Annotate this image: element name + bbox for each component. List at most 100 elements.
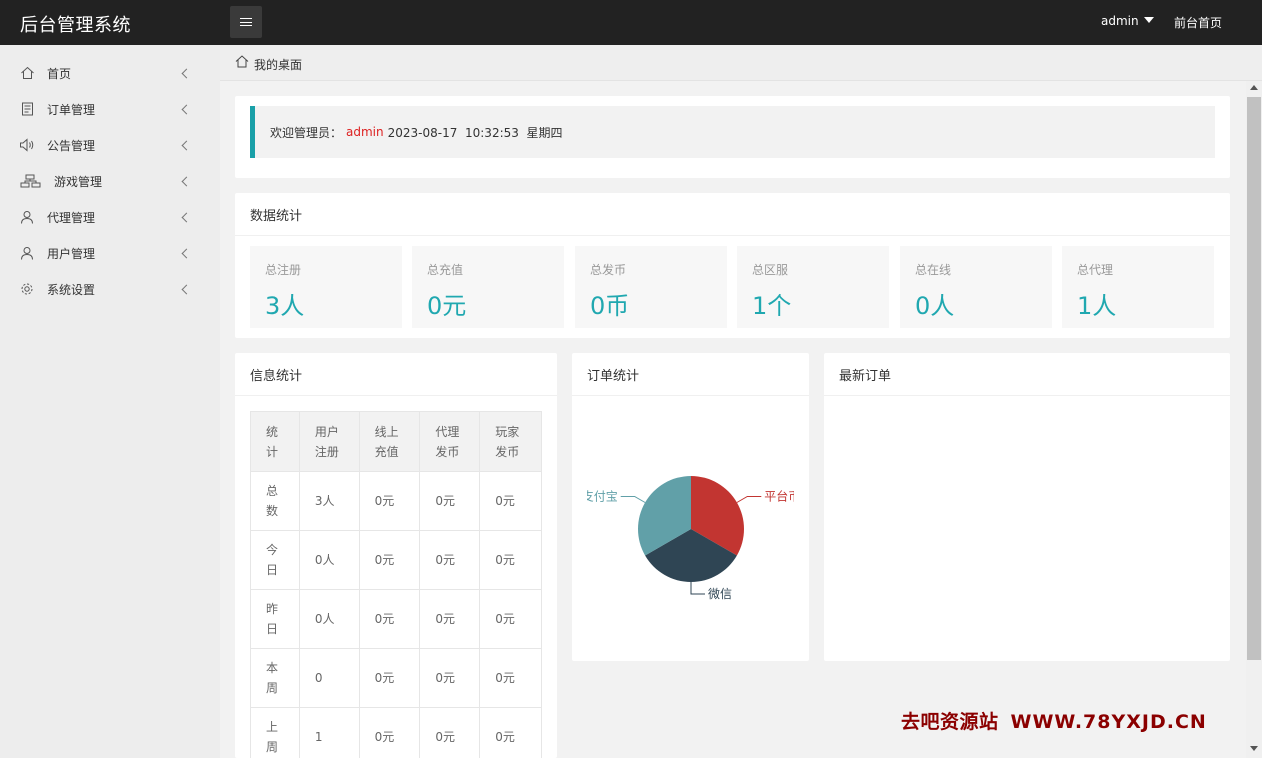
sidebar-item-agents[interactable]: 代理管理: [0, 199, 220, 235]
table-row: 上 周 1 0元 0元 0元: [250, 707, 542, 758]
table-cell: 0元: [479, 471, 542, 531]
user-menu[interactable]: admin: [1101, 14, 1154, 28]
stat-label: 总注册: [265, 263, 302, 277]
speaker-icon: [19, 137, 35, 153]
sidebar-item-announcements[interactable]: 公告管理: [0, 127, 220, 163]
sidebar-item-label: 用户管理: [47, 246, 96, 261]
pie-slice-label: 微信: [708, 587, 732, 601]
sidebar-item-label: 代理管理: [47, 210, 96, 225]
brand-title: 后台管理系统: [20, 15, 131, 36]
sidebar-item-label: 游戏管理: [54, 174, 103, 189]
scroll-down-arrow-icon[interactable]: [1250, 746, 1258, 751]
stat-label: 总充值: [427, 263, 464, 277]
chevron-left-icon: [181, 104, 192, 114]
table-cell: 0元: [358, 471, 421, 531]
stat-total-recharge[interactable]: 总充值 0元: [412, 246, 564, 328]
stat-total-registrations[interactable]: 总注册 3人: [250, 246, 402, 328]
scroll-thumb[interactable]: [1247, 97, 1261, 660]
table-cell: 0元: [479, 530, 542, 590]
sidebar-item-home[interactable]: 首页: [0, 55, 220, 91]
stat-value: 0币: [590, 292, 630, 320]
info-stats-title: 信息统计: [235, 353, 557, 396]
pie-label-line: [690, 582, 705, 595]
table-cell: 0人: [298, 589, 360, 649]
sidebar-item-label: 系统设置: [47, 282, 96, 297]
breadcrumb-current[interactable]: 我的桌面: [254, 56, 302, 73]
home-icon: [19, 65, 35, 81]
stat-total-online[interactable]: 总在线 0人: [900, 246, 1052, 328]
watermark: 去吧资源站 WWW.78YXJD.CN: [901, 707, 1207, 734]
table-cell: 0人: [298, 530, 360, 590]
stat-total-servers[interactable]: 总区服 1个: [737, 246, 889, 328]
table-header-cell: 统 计: [250, 411, 300, 472]
sitemap-icon: [19, 173, 41, 189]
sidebar-item-label: 公告管理: [47, 138, 96, 153]
user-icon: [19, 245, 35, 261]
table-cell: 今 日: [250, 530, 300, 590]
table-cell: 3人: [298, 471, 360, 531]
vertical-scrollbar[interactable]: [1246, 81, 1262, 758]
table-cell: 0元: [419, 589, 481, 649]
orders-chart-card: 订单统计 平台币 微信 支付宝: [572, 353, 809, 661]
orders-chart-title: 订单统计: [572, 353, 809, 396]
table-cell: 0元: [358, 530, 421, 590]
table-cell: 0元: [419, 648, 481, 708]
chevron-left-icon: [181, 248, 192, 258]
home-icon: [235, 55, 249, 69]
breadcrumb: 我的桌面: [220, 45, 1262, 81]
stats-title: 数据统计: [235, 193, 1230, 236]
pie-label-line: [620, 496, 646, 503]
sidebar-item-settings[interactable]: 系统设置: [0, 271, 220, 307]
stat-value: 1人: [1077, 292, 1117, 320]
table-row: 今 日 0人 0元 0元 0元: [250, 530, 542, 590]
latest-orders-title: 最新订单: [824, 353, 1230, 396]
table-header-cell: 线上 充值: [358, 411, 421, 472]
stat-value: 0人: [915, 292, 955, 320]
table-header-cell: 代理 发币: [419, 411, 481, 472]
stat-label: 总发币: [590, 263, 627, 277]
hamburger-icon: [240, 18, 252, 26]
menu-toggle-button[interactable]: [230, 6, 262, 38]
stat-value: 1个: [752, 292, 792, 320]
orders-pie-chart: 平台币微信 支付宝: [587, 476, 794, 601]
document-icon: [19, 101, 35, 117]
sidebar-item-users[interactable]: 用户管理: [0, 235, 220, 271]
front-page-link[interactable]: 前台首页: [1174, 14, 1222, 31]
table-cell: 总 数: [250, 471, 300, 531]
table-cell: 0元: [358, 648, 421, 708]
table-header-row: 统 计 用户 注册 线上 充值 代理 发币 玩家 发币: [250, 411, 542, 472]
table-cell: 上 周: [250, 707, 300, 758]
table-cell: 0元: [358, 707, 421, 758]
table-cell: 本 周: [250, 648, 300, 708]
table-cell: 0元: [419, 530, 481, 590]
stat-total-agents[interactable]: 总代理 1人: [1062, 246, 1214, 328]
stat-value: 3人: [265, 292, 305, 320]
sidebar-item-orders[interactable]: 订单管理: [0, 91, 220, 127]
sidebar-item-games[interactable]: 游戏管理: [0, 163, 220, 199]
chevron-left-icon: [181, 284, 192, 294]
info-stats-card: 信息统计 统 计 用户 注册 线上 充值 代理 发币 玩家 发币 总 数 3人 …: [235, 353, 557, 758]
stat-total-coins[interactable]: 总发币 0币: [575, 246, 727, 328]
table-row: 昨 日 0人 0元 0元 0元: [250, 589, 542, 649]
watermark-text: 去吧资源站: [901, 711, 999, 733]
table-row: 总 数 3人 0元 0元 0元: [250, 471, 542, 531]
table-cell: 0元: [479, 648, 542, 708]
welcome-message: 欢迎管理员： admin 2023-08-17 10:32:53 星期四: [250, 106, 1215, 158]
table-row: 本 周 0 0元 0元 0元: [250, 648, 542, 708]
sidebar-item-label: 订单管理: [47, 102, 96, 117]
table-cell: 0元: [479, 589, 542, 649]
stat-value: 0元: [427, 292, 467, 320]
pie-label-line: [736, 496, 762, 503]
welcome-datetime: 2023-08-17 10:32:53 星期四: [387, 125, 563, 140]
stat-label: 总区服: [752, 263, 789, 277]
stat-label: 总代理: [1077, 263, 1114, 277]
latest-orders-card: 最新订单: [824, 353, 1230, 661]
scroll-up-arrow-icon[interactable]: [1250, 85, 1258, 90]
welcome-card: 欢迎管理员： admin 2023-08-17 10:32:53 星期四: [235, 96, 1230, 178]
chevron-left-icon: [181, 140, 192, 150]
welcome-prefix: 欢迎管理员：: [270, 125, 343, 140]
table-cell: 昨 日: [250, 589, 300, 649]
watermark-url: WWW.78YXJD.CN: [1010, 711, 1207, 733]
sidebar-item-label: 首页: [47, 66, 72, 81]
sidebar: 首页 订单管理 公告管理 游戏管理 代理管理 用户管理 系统设置: [0, 45, 220, 758]
